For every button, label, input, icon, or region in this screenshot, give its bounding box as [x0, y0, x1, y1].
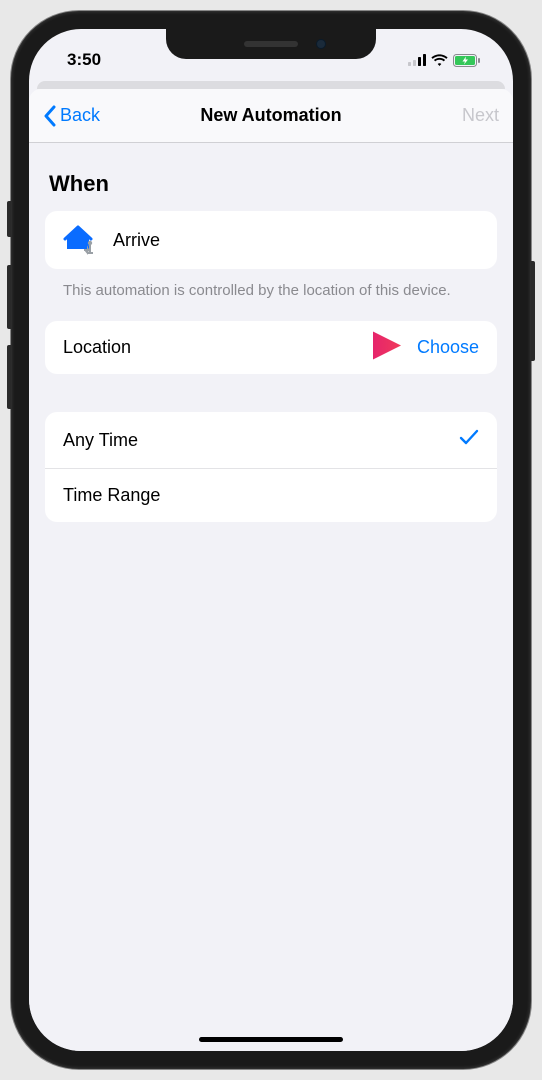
- sheet-stack-indicator: [37, 81, 505, 89]
- back-button[interactable]: Back: [43, 105, 100, 127]
- time-card: Any Time Time Range: [45, 412, 497, 522]
- back-label: Back: [60, 105, 100, 126]
- checkmark-icon: [459, 428, 479, 452]
- section-header-when: When: [49, 171, 493, 197]
- location-row[interactable]: Location Choose: [45, 321, 497, 374]
- chevron-left-icon: [43, 105, 56, 127]
- time-option-any-time[interactable]: Any Time: [45, 412, 497, 469]
- page-title: New Automation: [200, 105, 341, 126]
- iphone-frame: 3:50 Back New Automation: [11, 11, 531, 1069]
- trigger-footer-text: This automation is controlled by the loc…: [45, 269, 497, 301]
- cellular-signal-icon: [408, 54, 426, 66]
- battery-charging-icon: [453, 54, 481, 67]
- trigger-label: Arrive: [113, 230, 160, 251]
- home-indicator[interactable]: [199, 1037, 343, 1042]
- arrive-home-icon: [63, 225, 97, 255]
- time-option-label: Time Range: [63, 485, 160, 506]
- trigger-card: Arrive: [45, 211, 497, 269]
- time-option-label: Any Time: [63, 430, 138, 451]
- navigation-bar: Back New Automation Next: [29, 89, 513, 143]
- location-card: Location Choose: [45, 321, 497, 374]
- annotation-arrow-icon: [317, 328, 403, 367]
- time-option-time-range[interactable]: Time Range: [45, 469, 497, 522]
- status-time: 3:50: [67, 50, 101, 70]
- location-label: Location: [63, 337, 131, 358]
- power-button: [531, 261, 535, 361]
- side-buttons: [7, 201, 11, 425]
- next-button: Next: [462, 105, 499, 126]
- trigger-row-arrive[interactable]: Arrive: [45, 211, 497, 269]
- choose-link[interactable]: Choose: [417, 337, 479, 358]
- wifi-icon: [431, 54, 448, 66]
- notch: [166, 29, 376, 59]
